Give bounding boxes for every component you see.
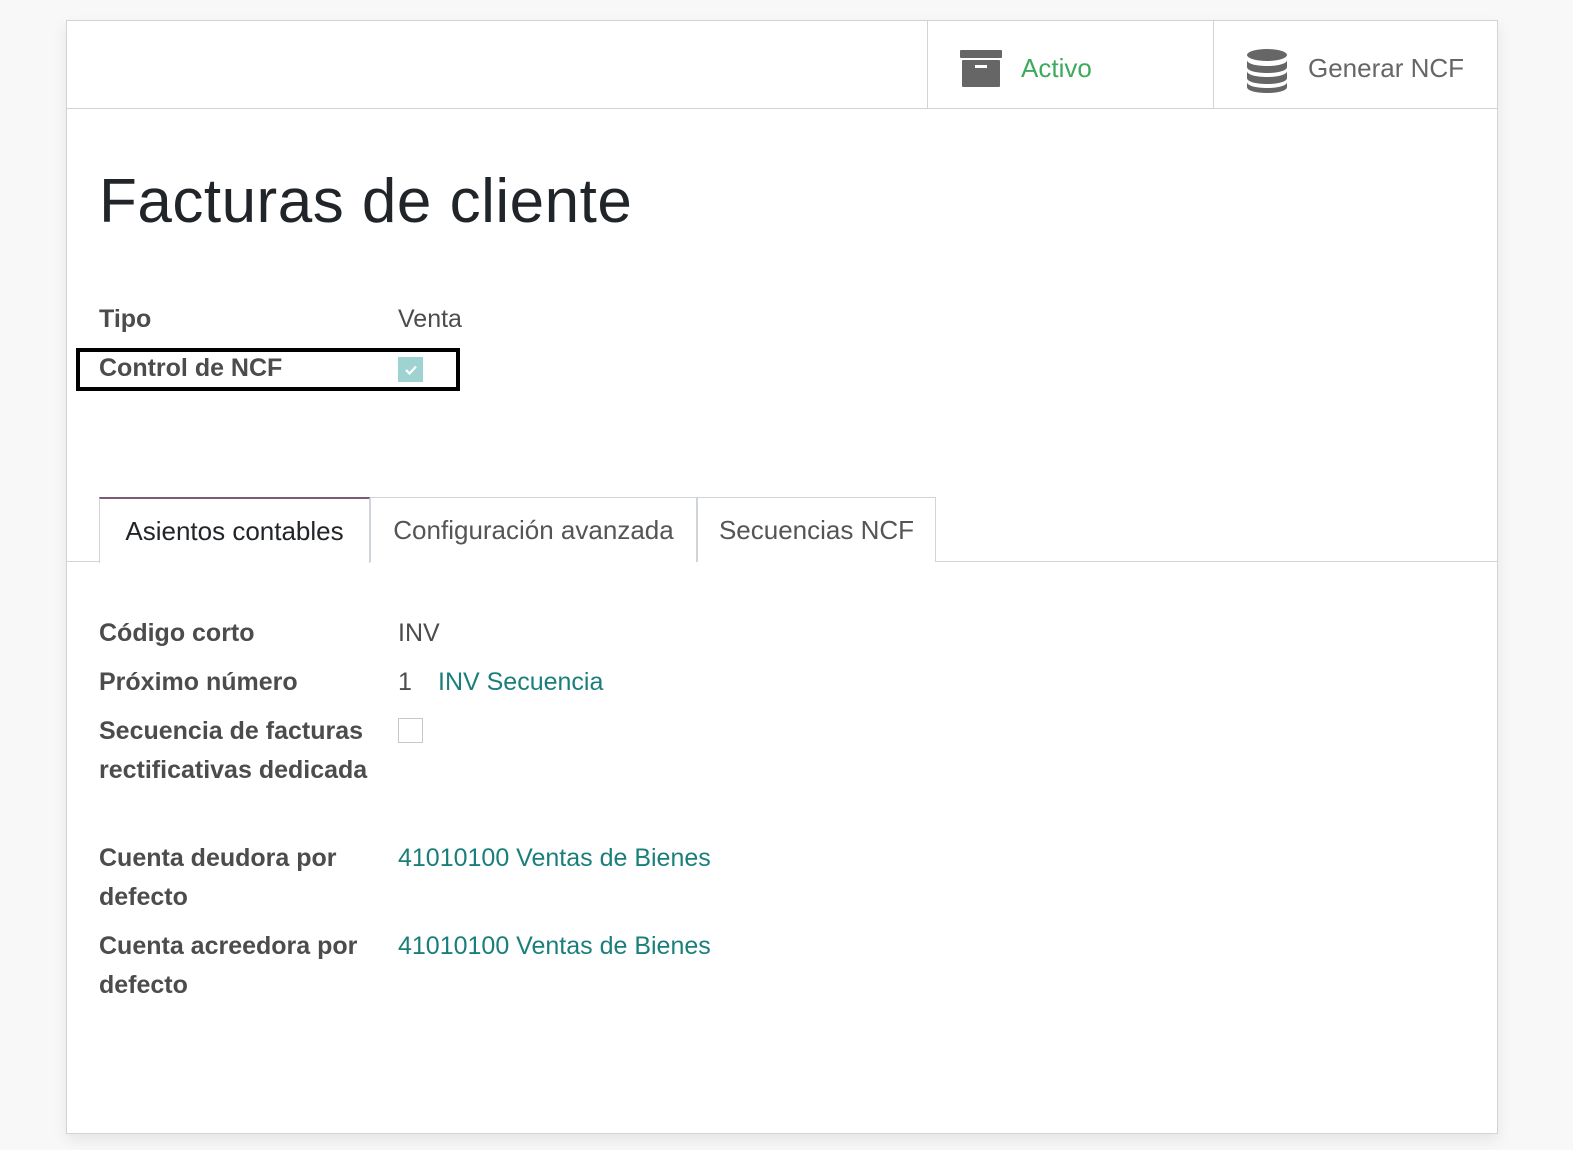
proximo-numero-label: Próximo número: [99, 668, 298, 696]
active-label: Activo: [1021, 53, 1092, 83]
cuenta-acreedora-label-line1: Cuenta acreedora por: [99, 932, 358, 960]
cuenta-deudora-link[interactable]: 41010100 Ventas de Bienes: [398, 839, 711, 878]
tipo-label: Tipo: [99, 305, 152, 333]
codigo-corto-label: Código corto: [99, 619, 255, 647]
active-toggle-button[interactable]: Activo: [927, 21, 1213, 108]
secuencia-rectificativas-label-line2: rectificativas dedicada: [99, 756, 368, 784]
cuenta-acreedora-link[interactable]: 41010100 Ventas de Bienes: [398, 927, 711, 966]
tab-configuracion-avanzada[interactable]: Configuración avanzada: [370, 497, 697, 562]
tab-secuencias-ncf[interactable]: Secuencias NCF: [697, 497, 936, 562]
cuenta-deudora-label-line2: defecto: [99, 883, 188, 911]
generate-ncf-label: Generar NCF: [1308, 53, 1465, 83]
page-title: Facturas de cliente: [99, 167, 633, 236]
button-box: Activo Generar NCF: [67, 21, 1497, 109]
control-ncf-checkbox[interactable]: [398, 357, 423, 382]
cuenta-deudora-label-line1: Cuenta deudora por: [99, 844, 337, 872]
check-icon: [404, 365, 417, 375]
database-icon: [1246, 48, 1288, 99]
tipo-value[interactable]: Venta: [398, 300, 462, 339]
secuencia-rectificativas-label-line1: Secuencia de facturas: [99, 717, 364, 745]
form-sheet: Activo Generar NCF Facturas de cliente T…: [66, 20, 1498, 1134]
codigo-corto-value[interactable]: INV: [398, 614, 440, 653]
tab-asientos-contables[interactable]: Asientos contables: [99, 497, 370, 563]
secuencia-rectificativas-checkbox[interactable]: [398, 718, 423, 743]
generate-ncf-button[interactable]: Generar NCF: [1213, 21, 1499, 108]
cuenta-acreedora-label-line2: defecto: [99, 971, 188, 999]
control-ncf-label: Control de NCF: [99, 354, 283, 382]
inv-secuencia-link[interactable]: INV Secuencia: [438, 663, 603, 702]
proximo-numero-value[interactable]: 1: [398, 663, 412, 702]
archive-icon: [960, 48, 1002, 93]
